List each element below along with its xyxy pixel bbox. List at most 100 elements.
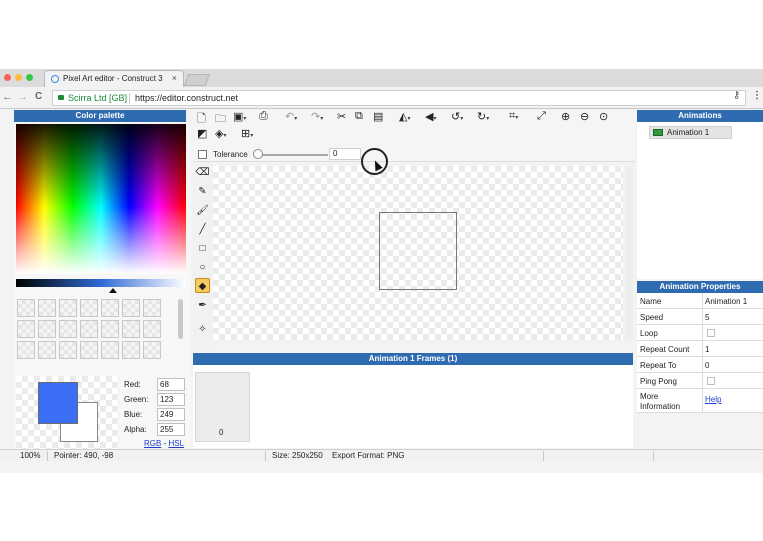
layers-icon[interactable]: ◈▾ xyxy=(215,127,226,140)
zoom-in-icon[interactable]: ⊕ xyxy=(561,110,570,123)
flip-horizontal-icon[interactable]: ◭▾ xyxy=(399,110,410,123)
palette-swatch[interactable] xyxy=(122,320,140,338)
hsl-mode-link[interactable]: HSL xyxy=(168,439,184,448)
grid-toggle-icon[interactable]: ◩ xyxy=(197,127,207,140)
tile-icon[interactable]: ⊞▾ xyxy=(241,127,253,140)
primary-color-swatch[interactable] xyxy=(38,382,78,424)
property-name: More Information xyxy=(640,392,681,411)
reload-icon[interactable]: C xyxy=(35,91,42,102)
back-icon[interactable]: ← xyxy=(2,91,13,103)
key-icon[interactable]: ⚷ xyxy=(733,90,740,101)
animation-film-icon xyxy=(653,129,663,136)
palette-swatch[interactable] xyxy=(101,299,119,317)
property-value[interactable]: 0 xyxy=(705,361,709,370)
palette-swatch[interactable] xyxy=(122,299,140,317)
pencil-tool-icon[interactable]: ✎ xyxy=(195,184,210,199)
palette-swatch[interactable] xyxy=(59,299,77,317)
palette-swatch[interactable] xyxy=(143,299,161,317)
browser-tab[interactable]: Pixel Art editor - Construct 3 × xyxy=(44,70,184,87)
fill-bucket-tool-icon[interactable]: ◆ xyxy=(195,278,210,293)
color-spectrum-picker[interactable] xyxy=(16,124,186,274)
export-format: Export Format: PNG xyxy=(332,451,405,460)
menu-dots-icon[interactable]: ⋮ xyxy=(752,90,762,101)
palette-swatch[interactable] xyxy=(17,341,35,359)
palette-swatch[interactable] xyxy=(38,299,56,317)
eyedropper-tool-icon[interactable]: ✒ xyxy=(195,298,210,313)
swatch-scrollbar[interactable] xyxy=(178,299,183,339)
flip-vertical-icon[interactable]: ◀▾ xyxy=(425,110,436,123)
blue-input[interactable]: 249 xyxy=(157,408,185,421)
redo-icon[interactable]: ↷▾ xyxy=(311,110,323,123)
property-name: Repeat To xyxy=(640,361,677,370)
loop-checkbox[interactable] xyxy=(707,329,715,337)
rotate-left-icon[interactable]: ↺▾ xyxy=(451,110,463,123)
cut-icon[interactable]: ✂ xyxy=(337,110,346,123)
color-palette-header: Color palette xyxy=(14,110,186,122)
pointer-coordinates: Pointer: 490, -98 xyxy=(54,451,114,460)
url-text: https://editor.construct.net xyxy=(135,93,239,103)
lightness-caret-icon[interactable] xyxy=(109,288,117,293)
tolerance-checkbox[interactable] xyxy=(198,150,207,159)
property-name: Repeat Count xyxy=(640,345,690,354)
palette-swatch[interactable] xyxy=(101,341,119,359)
close-window-button[interactable] xyxy=(4,74,11,81)
palette-swatch[interactable] xyxy=(17,320,35,338)
property-row: Repeat To 0 xyxy=(637,357,763,373)
palette-swatch[interactable] xyxy=(38,341,56,359)
zoom-reset-icon[interactable]: ⊙ xyxy=(599,110,608,123)
new-tab-button[interactable] xyxy=(183,74,211,86)
image-bounds[interactable] xyxy=(379,212,457,290)
zoom-out-icon[interactable]: ⊖ xyxy=(580,110,589,123)
palette-swatch[interactable] xyxy=(59,341,77,359)
palette-swatch[interactable] xyxy=(143,320,161,338)
tolerance-input[interactable]: 0 xyxy=(329,148,361,160)
palette-swatch[interactable] xyxy=(38,320,56,338)
property-name: Loop xyxy=(640,329,658,338)
palette-swatch[interactable] xyxy=(59,320,77,338)
property-row: More Information Help xyxy=(637,389,763,413)
palette-swatch[interactable] xyxy=(122,341,140,359)
palette-swatch[interactable] xyxy=(80,299,98,317)
export-icon[interactable]: ⎙ xyxy=(259,110,268,123)
selection-tool-icon[interactable]: ✧ xyxy=(195,322,210,337)
property-value[interactable]: 5 xyxy=(705,313,709,322)
eraser-tool-icon[interactable]: ⌫ xyxy=(195,165,210,180)
tab-close-icon[interactable]: × xyxy=(172,73,177,83)
palette-swatch[interactable] xyxy=(17,299,35,317)
paste-icon[interactable]: ▤ xyxy=(373,110,383,123)
rotate-right-icon[interactable]: ↻▾ xyxy=(477,110,489,123)
tolerance-slider-track[interactable] xyxy=(258,154,328,156)
lock-icon xyxy=(58,95,64,100)
lightness-slider[interactable] xyxy=(16,279,186,287)
undo-icon[interactable]: ↶▾ xyxy=(285,110,297,123)
resize-icon[interactable]: ⤢ xyxy=(537,110,546,123)
tab-title: Pixel Art editor - Construct 3 xyxy=(63,74,163,83)
rectangle-tool-icon[interactable]: □ xyxy=(195,241,210,256)
copy-icon[interactable]: ⧉ xyxy=(355,110,363,123)
red-input[interactable]: 68 xyxy=(157,378,185,391)
palette-swatch[interactable] xyxy=(80,320,98,338)
canvas-scrollbar[interactable] xyxy=(625,166,633,340)
ellipse-tool-icon[interactable]: ○ xyxy=(195,260,210,275)
forward-icon[interactable]: → xyxy=(17,91,28,103)
help-link[interactable]: Help xyxy=(705,395,721,404)
alpha-input[interactable]: 255 xyxy=(157,423,185,436)
url-input[interactable]: Scirra Ltd [GB] https://editor.construct… xyxy=(52,90,746,106)
palette-swatch[interactable] xyxy=(101,320,119,338)
palette-swatch[interactable] xyxy=(80,341,98,359)
property-value[interactable]: Animation 1 xyxy=(705,297,747,306)
save-icon[interactable]: ▣▾ xyxy=(233,110,246,123)
color-mode-switch: RGB - HSL xyxy=(144,439,184,448)
tolerance-slider-handle[interactable] xyxy=(253,149,263,159)
brush-tool-icon[interactable]: 🖌 xyxy=(195,203,210,218)
line-tool-icon[interactable]: ╱ xyxy=(195,222,210,237)
swatch-grid xyxy=(17,299,169,359)
minimize-window-button[interactable] xyxy=(15,74,22,81)
maximize-window-button[interactable] xyxy=(26,74,33,81)
rgb-mode-link[interactable]: RGB xyxy=(144,439,161,448)
green-input[interactable]: 123 xyxy=(157,393,185,406)
property-value[interactable]: 1 xyxy=(705,345,709,354)
ping-pong-checkbox[interactable] xyxy=(707,377,715,385)
palette-swatch[interactable] xyxy=(143,341,161,359)
crop-icon[interactable]: ⌗▾ xyxy=(509,110,518,123)
